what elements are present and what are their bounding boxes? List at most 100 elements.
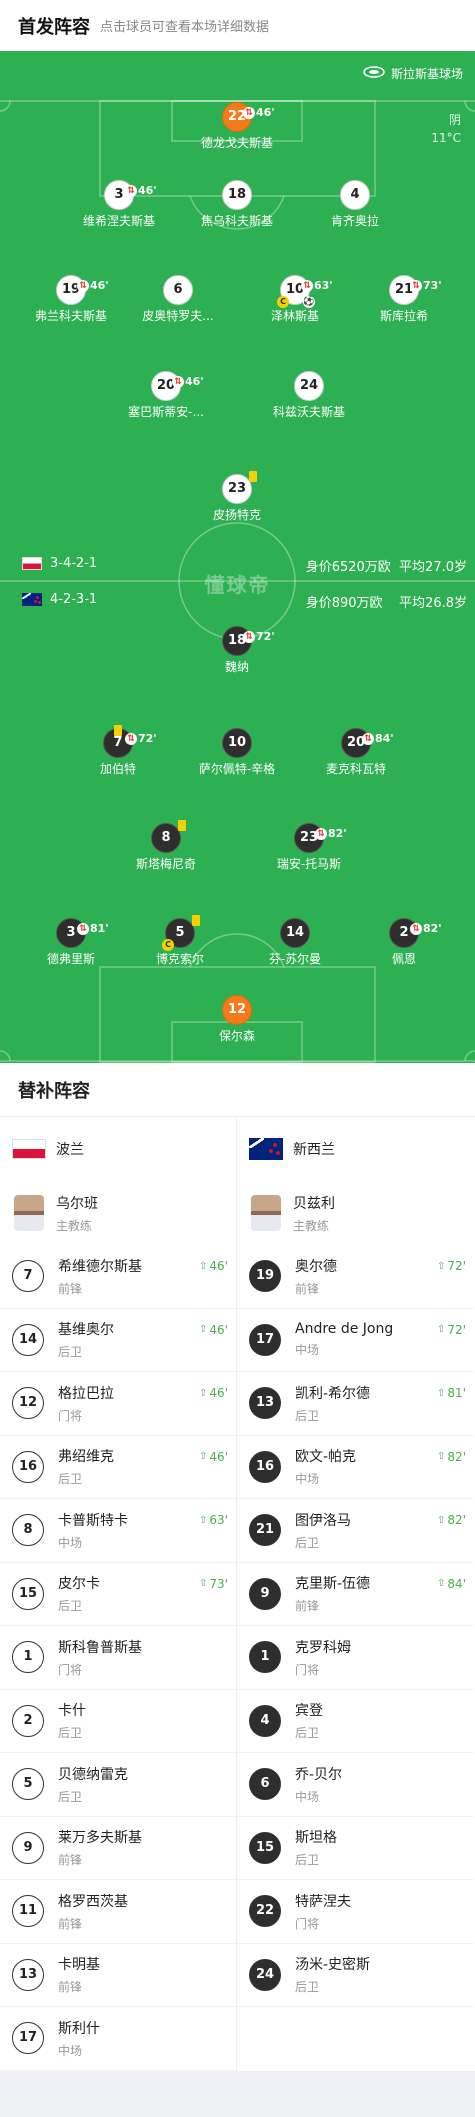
sub-player-row[interactable]: 6 乔-贝尔 中场	[237, 1753, 474, 1817]
sub-player-row[interactable]: 12 格拉巴拉 门将 ⇧ 46'	[0, 1372, 236, 1436]
sub-player-row[interactable]: 13 凯利-希尔德 后卫 ⇧ 81'	[237, 1372, 474, 1436]
player-number: 23	[222, 471, 257, 504]
away-coach[interactable]: 贝兹利 主教练	[237, 1181, 474, 1245]
player-away-fw[interactable]: 18 ⇅ 72' 魏纳	[177, 626, 297, 675]
player-number: 2 ⇅ 82'	[389, 918, 442, 948]
player-away-def-3[interactable]: 14 芬-苏尔曼	[235, 918, 355, 967]
sub-off-indicator: ⇅ 84'	[362, 725, 394, 753]
sub-player-number: 17	[249, 1323, 281, 1356]
player-away-gk[interactable]: 12 保尔森	[177, 995, 297, 1044]
player-away-am-3[interactable]: 20 ⇅ 84' 麦克科瓦特	[296, 728, 416, 777]
player-home-mid-4[interactable]: 21 ⇅ 73' 斯库拉希	[344, 275, 464, 324]
sub-player-name: 欧文-帕克	[295, 1449, 357, 1466]
player-home-mid-3[interactable]: 10 ⇅ 63' C ⚽ 泽林斯基	[235, 275, 355, 324]
sub-player-row[interactable]: 13 卡明基 前锋	[0, 1944, 236, 2007]
player-home-fw[interactable]: 23 皮扬特克	[177, 471, 297, 523]
sub-player-position: 中场	[58, 1535, 83, 1550]
player-away-dm-1[interactable]: 8 斯塔梅尼奇	[106, 820, 226, 872]
player-away-dm-2[interactable]: 23 ⇅ 82' 瑞安-托马斯	[249, 823, 369, 872]
sub-player-row[interactable]: 14 基维奥尔 后卫 ⇧ 46'	[0, 1309, 236, 1372]
sub-player-name: 宾登	[295, 1703, 323, 1720]
player-number: 10	[222, 728, 252, 758]
sub-player-row[interactable]: 9 莱万多夫斯基 前锋	[0, 1817, 236, 1880]
sub-player-name: 克罗科姆	[295, 1639, 351, 1656]
sub-player-row[interactable]: 24 汤米-史密斯 后卫	[237, 1944, 474, 2007]
sub-player-number: 19	[249, 1260, 281, 1293]
sub-player-row[interactable]: 4 宾登 后卫	[237, 1690, 474, 1753]
player-away-def-4[interactable]: 2 ⇅ 82' 佩恩	[344, 918, 464, 967]
player-away-def-2[interactable]: 5 C 博克索尔	[120, 915, 240, 967]
away-subs-column: 新西兰 贝兹利 主教练 19 奥尔德 前锋 ⇧ 72' 17 Andre de Jong 中场…	[237, 1117, 474, 2071]
player-name: 德龙戈夫斯基	[200, 136, 273, 150]
captain-icon: C	[162, 939, 174, 951]
player-away-am-1[interactable]: 7 ⇅ 72' 加伯特	[58, 725, 178, 777]
player-home-def-1[interactable]: 3 ⇅ 46' 维希涅夫斯基	[59, 180, 179, 229]
sub-player-name: Andre de Jong	[295, 1321, 394, 1338]
sub-player-number: 21	[249, 1514, 281, 1547]
sub-player-name: 凯利-希尔德	[295, 1385, 371, 1402]
player-home-def-3[interactable]: 4 肯齐奥拉	[295, 180, 415, 229]
player-name: 肯齐奥拉	[330, 214, 379, 228]
sub-off-icon: ⇅	[243, 107, 255, 119]
player-home-mid-1[interactable]: 19 ⇅ 46' 弗兰科夫斯基	[11, 275, 131, 324]
sub-in-icon: ⇧	[437, 1260, 446, 1272]
sub-player-name: 弗绍维克	[58, 1449, 114, 1466]
sub-player-row[interactable]: 2 卡什 后卫	[0, 1690, 236, 1753]
player-home-def-2[interactable]: 18 焦乌科夫斯基	[177, 180, 297, 229]
sub-player-row[interactable]: 16 弗绍维克 后卫 ⇧ 46'	[0, 1436, 236, 1499]
player-number: 20 ⇅ 46'	[151, 371, 204, 401]
sub-in-indicator: ⇧ 81'	[437, 1386, 466, 1400]
sub-player-position: 后卫	[58, 1726, 83, 1741]
player-number: 21 ⇅ 73'	[389, 275, 442, 305]
sub-player-position: 前锋	[58, 1916, 83, 1931]
away-team-bar: 4-2-3-1	[22, 592, 97, 607]
player-number: 6	[163, 275, 193, 305]
sub-player-row[interactable]: 9 克里斯-伍德 前锋 ⇧ 84'	[237, 1563, 474, 1626]
stadium-label: 斯拉斯基球场	[363, 65, 463, 82]
sub-player-row[interactable]: 1 斯科鲁普斯基 门将	[0, 1626, 236, 1690]
sub-player-name: 克里斯-伍德	[295, 1576, 371, 1593]
sub-player-row[interactable]: 15 斯坦格 后卫	[237, 1817, 474, 1880]
sub-player-row[interactable]: 19 奥尔德 前锋 ⇧ 72'	[237, 1245, 474, 1309]
sub-player-position: 中场	[58, 2043, 83, 2058]
pitch: 斯拉斯基球场 阴 11°C 懂球帝 3-4-2-1 身价6520万欧 平均27.…	[0, 51, 475, 1063]
sub-player-row[interactable]: 16 欧文-帕克 中场 ⇧ 82'	[237, 1436, 474, 1499]
sub-player-row[interactable]: 11 格罗西茨基 前锋	[0, 1880, 236, 1944]
player-number: 20 ⇅ 84'	[341, 728, 394, 758]
player-home-gk[interactable]: 22 ⇅ 46' 德龙戈夫斯基	[177, 102, 297, 151]
away-subs-list: 19 奥尔德 前锋 ⇧ 72' 17 Andre de Jong 中场 ⇧ 72' 13 凯利-希尔德…	[237, 1245, 474, 2007]
sub-off-icon: ⇅	[243, 631, 255, 643]
sub-in-indicator: ⇧ 82'	[437, 1513, 466, 1527]
player-number: 3 ⇅ 46'	[104, 180, 157, 210]
sub-player-row[interactable]: 5 贝德纳雷克 后卫	[0, 1753, 236, 1817]
player-number: 22 ⇅ 46'	[222, 102, 275, 132]
player-home-am-1[interactable]: 20 ⇅ 46' 塞巴斯蒂安-...	[106, 371, 226, 420]
sub-player-row[interactable]: 22 特萨涅夫 门将	[237, 1880, 474, 1944]
sub-in-icon: ⇧	[199, 1514, 208, 1526]
sub-player-row[interactable]: 15 皮尔卡 后卫 ⇧ 73'	[0, 1563, 236, 1626]
sub-player-number: 1	[249, 1641, 281, 1674]
sub-player-row[interactable]: 17 Andre de Jong 中场 ⇧ 72'	[237, 1309, 474, 1372]
sub-player-number: 6	[249, 1768, 281, 1801]
sub-player-number: 17	[12, 2022, 44, 2055]
sub-player-name: 特萨涅夫	[295, 1893, 351, 1910]
player-away-am-2[interactable]: 10 萨尔佩特-辛格	[177, 728, 297, 777]
sub-off-indicator: ⇅ 46'	[77, 272, 109, 300]
sub-player-row[interactable]: 8 卡普斯特卡 中场 ⇧ 63'	[0, 1499, 236, 1563]
sub-player-position: 后卫	[58, 1789, 83, 1804]
sub-player-row[interactable]: 1 克罗科姆 门将	[237, 1626, 474, 1690]
player-name: 麦克科瓦特	[325, 762, 386, 776]
stadium-icon	[363, 66, 385, 81]
sub-player-row[interactable]: 17 斯利什 中场	[0, 2007, 236, 2071]
player-home-mid-2[interactable]: 6 皮奥特罗夫...	[118, 275, 238, 324]
home-subs-list: 7 希维德尔斯基 前锋 ⇧ 46' 14 基维奥尔 后卫 ⇧ 46' 12 格拉巴拉 门将 ⇧ 46' 16 弗…	[0, 1245, 236, 2071]
sub-player-name: 莱万多夫斯基	[58, 1830, 142, 1847]
yellow-card-icon	[192, 915, 200, 926]
sub-in-indicator: ⇧ 72'	[437, 1322, 466, 1337]
home-coach[interactable]: 乌尔班 主教练	[0, 1181, 236, 1245]
player-name: 芬-苏尔曼	[268, 952, 322, 966]
sub-player-row[interactable]: 7 希维德尔斯基 前锋 ⇧ 46'	[0, 1245, 236, 1309]
player-away-def-1[interactable]: 3 ⇅ 81' 德弗里斯	[11, 918, 131, 967]
sub-player-row[interactable]: 21 图伊洛马 后卫 ⇧ 82'	[237, 1499, 474, 1563]
player-home-am-2[interactable]: 24 科兹沃夫斯基	[249, 371, 369, 420]
